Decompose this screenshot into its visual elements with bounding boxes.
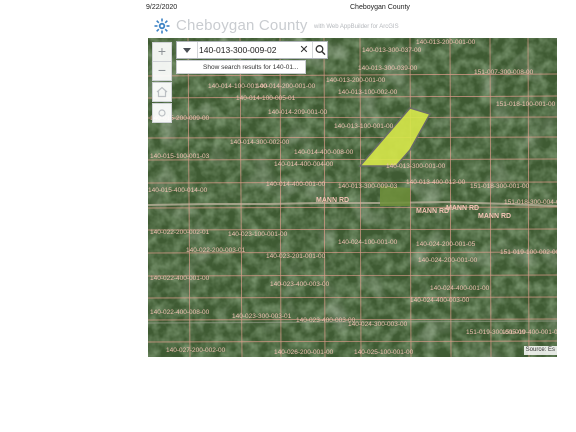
search-button[interactable] [312, 42, 328, 58]
map-attribution: Source: Es [523, 346, 557, 355]
home-button[interactable] [152, 82, 172, 102]
search-input[interactable] [199, 42, 295, 58]
app-title: Cheboygan County [176, 17, 308, 34]
home-icon [156, 86, 168, 98]
search-icon [315, 45, 326, 56]
search-suggestion[interactable]: Show search results for 140-01... [176, 60, 306, 74]
search-source-dropdown[interactable] [177, 42, 198, 58]
field-area [380, 186, 410, 206]
app-subtitle: with Web AppBuilder for ArcGIS [314, 24, 399, 30]
locate-button[interactable] [152, 103, 172, 123]
gear-sun-icon [154, 18, 170, 34]
print-title: Cheboygan County [350, 4, 410, 11]
map-view[interactable]: 140-014-100-001-00 140-014-200-001-00 140-… [148, 38, 557, 357]
print-date: 9/22/2020 [146, 4, 178, 11]
aerial-imagery[interactable] [148, 38, 557, 357]
search-widget: ✕ [176, 41, 328, 59]
app-header: Cheboygan County with Web AppBuilder for… [148, 14, 557, 38]
zoom-out-button[interactable]: − [152, 61, 172, 81]
locate-icon [158, 109, 166, 117]
zoom-in-button[interactable]: + [152, 42, 172, 62]
close-icon[interactable]: ✕ [298, 43, 310, 57]
